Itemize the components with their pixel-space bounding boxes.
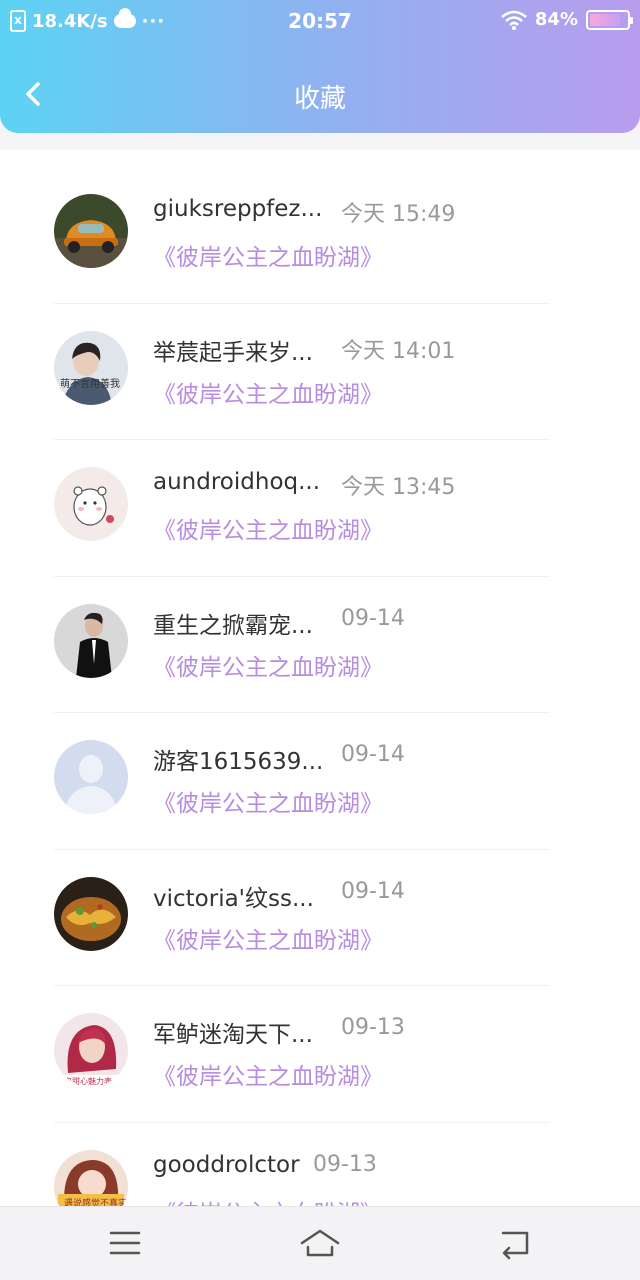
favorite-time: 09-14 <box>341 878 405 904</box>
book-title[interactable]: 《彼岸公主之血盼湖》 <box>153 238 383 272</box>
svg-text:萌不言用善我: 萌不言用善我 <box>60 377 120 390</box>
book-title[interactable]: 《彼岸公主之血盼湖》 <box>153 1194 383 1207</box>
list-item[interactable]: 遇说感觉不真实 gooddrolctor 09-13 《彼岸公主之血盼湖》 <box>0 1106 640 1207</box>
battery-percent: 84% <box>534 9 578 30</box>
svg-text:遇说感觉不真实: 遇说感觉不真实 <box>64 1197 127 1207</box>
favorite-time: 09-14 <box>341 742 405 767</box>
list-item[interactable]: 萌不言用善我 举莀起手来岁... 今天 14:01 《彼岸公主之血盼湖》 <box>0 287 640 440</box>
back-nav-button[interactable] <box>495 1225 535 1261</box>
wifi-icon <box>501 10 527 30</box>
list-item[interactable]: 游客1615639... 09-14 《彼岸公主之血盼湖》 <box>0 696 640 850</box>
home-icon <box>300 1229 340 1257</box>
home-button[interactable] <box>300 1225 340 1261</box>
bear-avatar[interactable] <box>54 467 128 541</box>
man-avatar[interactable] <box>54 603 128 678</box>
svg-text:离甜心魅力表: 离甜心魅力表 <box>64 1076 112 1086</box>
book-title[interactable]: 《彼岸公主之血盼湖》 <box>153 511 383 545</box>
page-title: 收藏 <box>293 84 346 114</box>
favorite-time: 09-14 <box>341 605 405 631</box>
list-item[interactable]: giuksreppfez... 今天 15:49 《彼岸公主之血盼湖》 <box>0 150 640 304</box>
user-name: 举莀起手来岁... <box>153 339 313 366</box>
favorite-time: 09-13 <box>313 1151 377 1177</box>
list-item[interactable]: 离甜心魅力表 军鲈迷淘天下... 09-13 《彼岸公主之血盼湖》 <box>0 969 640 1123</box>
book-title[interactable]: 《彼岸公主之血盼湖》 <box>153 375 383 409</box>
favorite-time: 今天 15:49 <box>341 202 456 227</box>
food-avatar[interactable] <box>54 876 128 951</box>
favorite-time: 09-13 <box>341 1015 405 1040</box>
status-bar: x 18.4K/s ··· 20:57 84% <box>0 0 640 44</box>
woman-avatar[interactable]: 离甜心魅力表 <box>54 1013 128 1087</box>
user-name: gooddrolctor <box>153 1151 300 1178</box>
user-name: aundroidhoq... <box>153 469 321 495</box>
system-nav-bar <box>0 1206 640 1280</box>
favorites-list[interactable]: giuksreppfez... 今天 15:49 《彼岸公主之血盼湖》 萌不言用… <box>0 150 640 1206</box>
user-name: 重生之掀霸宠... <box>153 612 313 639</box>
default-avatar[interactable] <box>54 740 128 814</box>
list-item[interactable]: 重生之掀霸宠... 09-14 《彼岸公主之血盼湖》 <box>0 560 640 713</box>
battery-icon <box>586 9 633 30</box>
girl-avatar[interactable]: 萌不言用善我 <box>54 330 128 405</box>
header: x 18.4K/s ··· 20:57 84% 收藏 <box>0 0 640 133</box>
book-title[interactable]: 《彼岸公主之血盼湖》 <box>153 784 383 818</box>
list-item[interactable]: aundroidhoq... 今天 13:45 《彼岸公主之血盼湖》 <box>0 423 640 577</box>
user-name: giuksreppfez... <box>153 196 323 222</box>
menu-button[interactable] <box>105 1225 145 1261</box>
list-item[interactable]: victoria'纹ss... 09-14 《彼岸公主之血盼湖》 <box>0 833 640 986</box>
favorite-time: 今天 13:45 <box>341 475 456 500</box>
book-title[interactable]: 《彼岸公主之血盼湖》 <box>153 921 383 955</box>
menu-icon <box>109 1231 141 1255</box>
return-icon <box>501 1231 529 1260</box>
user-name: 游客1615639... <box>153 749 324 775</box>
anime-avatar[interactable]: 遇说感觉不真实 <box>54 1149 128 1207</box>
user-name: 军鲈迷淘天下... <box>153 1022 313 1048</box>
car-avatar[interactable] <box>54 194 128 268</box>
book-title[interactable]: 《彼岸公主之血盼湖》 <box>153 1057 383 1091</box>
user-name: victoria'纹ss... <box>153 885 314 912</box>
book-title[interactable]: 《彼岸公主之血盼湖》 <box>153 648 383 682</box>
favorite-time: 今天 14:01 <box>341 338 456 364</box>
